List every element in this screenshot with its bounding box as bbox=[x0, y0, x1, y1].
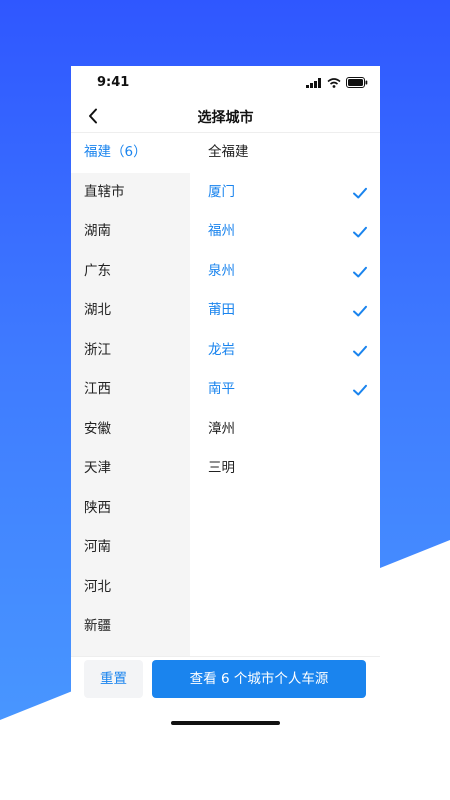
city-label: 厦门 bbox=[208, 183, 235, 200]
check-icon bbox=[353, 345, 367, 356]
province-item[interactable]: 江西 bbox=[71, 370, 190, 410]
city-item[interactable]: 漳州 bbox=[190, 410, 380, 450]
province-list: 福建（6） 直辖市 湖南 广东 湖北 浙江 江西 安徽 天津 陕西 河南 河北 … bbox=[71, 133, 190, 656]
province-item[interactable]: 河南 bbox=[71, 528, 190, 568]
wifi-icon bbox=[327, 77, 341, 88]
city-list: 全福建 厦门 福州 泉州 莆田 龙岩 南平 漳州 三明 bbox=[190, 133, 380, 656]
province-item[interactable]: 陕西 bbox=[71, 489, 190, 529]
province-item[interactable]: 福建（6） bbox=[71, 133, 190, 173]
signal-icon bbox=[306, 77, 321, 88]
view-listings-button[interactable]: 查看 6 个城市个人车源 bbox=[152, 660, 366, 698]
city-item[interactable]: 福州 bbox=[190, 212, 380, 252]
city-label: 莆田 bbox=[208, 302, 235, 318]
city-label: 龙岩 bbox=[208, 341, 235, 358]
city-item[interactable]: 龙岩 bbox=[190, 331, 380, 371]
city-item[interactable]: 三明 bbox=[190, 449, 380, 489]
check-icon bbox=[353, 226, 367, 238]
province-item[interactable]: 直辖市 bbox=[71, 173, 190, 213]
check-icon bbox=[353, 384, 367, 396]
province-item[interactable]: 天津 bbox=[71, 449, 190, 489]
phone-screen: 9:41 选择城市 福建（6） 直辖市 湖南 广东 湖北 浙江 江西 安徽 天津… bbox=[71, 66, 380, 736]
province-item[interactable]: 浙江 bbox=[71, 331, 190, 371]
home-indicator[interactable] bbox=[171, 721, 280, 725]
battery-icon bbox=[346, 77, 368, 88]
province-item[interactable]: 广东 bbox=[71, 252, 190, 292]
city-item[interactable]: 南平 bbox=[190, 370, 380, 410]
city-item[interactable]: 莆田 bbox=[190, 291, 380, 331]
city-label: 泉州 bbox=[208, 262, 235, 279]
city-label: 漳州 bbox=[208, 420, 235, 437]
province-item[interactable]: 新疆 bbox=[71, 607, 190, 647]
status-time: 9:41 bbox=[97, 75, 130, 90]
page-title: 选择城市 bbox=[197, 110, 254, 126]
province-item[interactable]: 湖南 bbox=[71, 212, 190, 252]
city-label: 福州 bbox=[208, 223, 235, 239]
province-item[interactable]: 安徽 bbox=[71, 410, 190, 450]
check-icon bbox=[353, 187, 367, 198]
reset-button[interactable]: 重置 bbox=[84, 660, 143, 698]
province-item[interactable]: 湖北 bbox=[71, 291, 190, 331]
nav-bar: 选择城市 bbox=[71, 100, 380, 133]
city-item[interactable]: 泉州 bbox=[190, 252, 380, 292]
check-icon bbox=[353, 305, 367, 317]
city-label: 南平 bbox=[208, 381, 235, 397]
province-item[interactable]: 河北 bbox=[71, 568, 190, 608]
status-bar: 9:41 bbox=[71, 66, 380, 100]
city-item[interactable]: 厦门 bbox=[190, 173, 380, 213]
check-icon bbox=[353, 266, 367, 277]
city-item-all[interactable]: 全福建 bbox=[190, 133, 380, 173]
city-label: 三明 bbox=[208, 460, 235, 476]
city-label: 全福建 bbox=[208, 144, 249, 160]
status-icons bbox=[306, 77, 368, 88]
